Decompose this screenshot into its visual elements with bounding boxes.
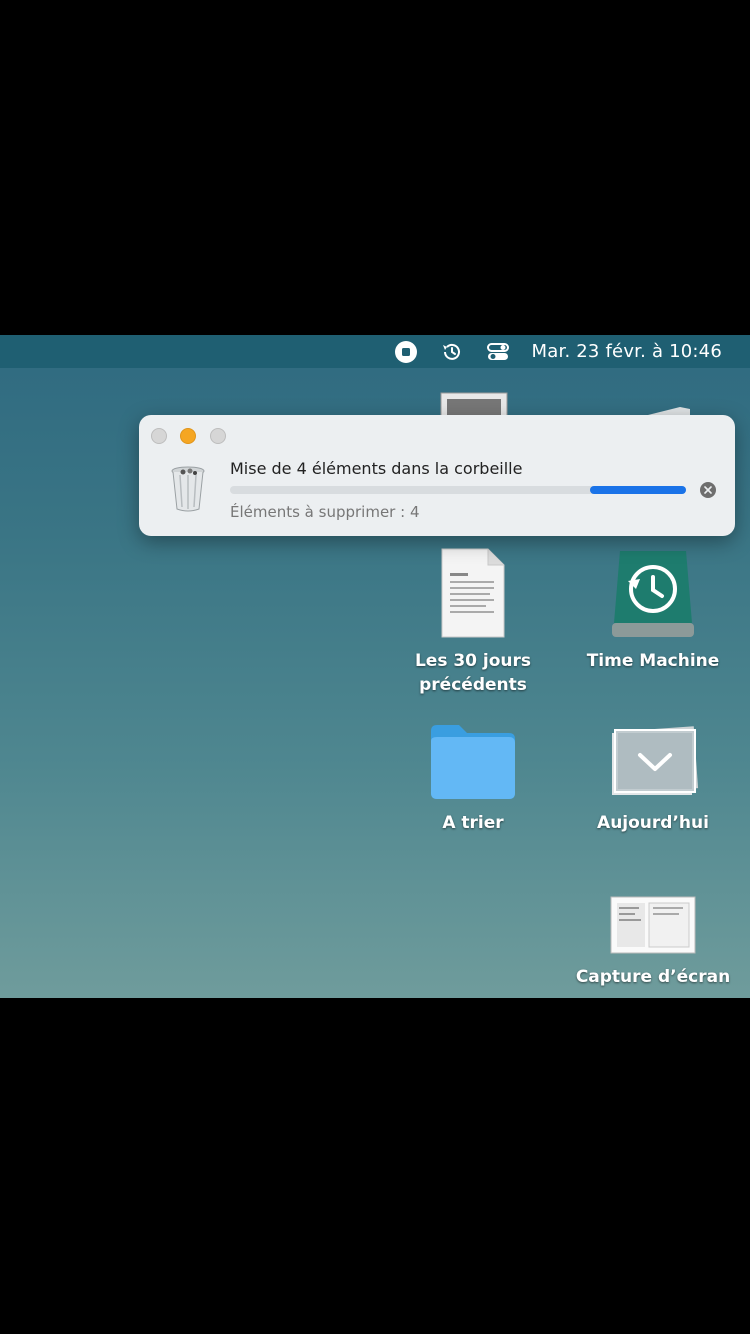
desktop-item-time-machine[interactable]: Time Machine <box>573 549 733 673</box>
control-center-icon[interactable] <box>486 340 510 364</box>
desktop-item-label: A trier <box>442 813 504 833</box>
time-machine-drive-icon <box>573 549 733 643</box>
trash-progress-dialog: Mise de 4 éléments dans la corbeille Élé… <box>139 415 735 536</box>
desktop-item-label: Aujourd’hui <box>597 813 709 833</box>
close-window-button[interactable] <box>151 428 167 444</box>
desktop-item-label: Time Machine <box>586 651 720 671</box>
desktop-item-aujourdhui[interactable]: Aujourd’hui <box>573 723 733 835</box>
desktop-item-label: Les 30 jours précédents <box>414 651 532 695</box>
stop-record-icon[interactable] <box>394 340 418 364</box>
menu-bar: Mar. 23 févr. à 10:46 <box>0 335 750 368</box>
zoom-window-button[interactable] <box>210 428 226 444</box>
document-icon <box>393 547 553 643</box>
dialog-title: Mise de 4 éléments dans la corbeille <box>230 459 523 478</box>
desktop-item-label: Capture d’écran <box>575 967 731 987</box>
desktop-item-last-30-days[interactable]: Les 30 jours précédents <box>393 547 553 697</box>
stack-icon <box>573 723 733 805</box>
close-icon <box>704 486 712 494</box>
cancel-button[interactable] <box>700 482 716 498</box>
folder-icon <box>393 721 553 805</box>
desktop: Mar. 23 févr. à 10:46 Les 30 jours précé… <box>0 335 750 998</box>
minimize-window-button[interactable] <box>180 428 196 444</box>
progress-bar <box>230 486 686 494</box>
desktop-item-capture-ecran[interactable]: Capture d’écran <box>573 895 733 989</box>
progress-fill <box>590 486 686 494</box>
trash-icon <box>169 465 207 517</box>
screenshot-icon <box>573 895 733 959</box>
time-machine-icon[interactable] <box>440 340 464 364</box>
desktop-item-a-trier[interactable]: A trier <box>393 721 553 835</box>
dialog-status: Éléments à supprimer : 4 <box>230 503 420 521</box>
menubar-clock[interactable]: Mar. 23 févr. à 10:46 <box>532 341 722 362</box>
